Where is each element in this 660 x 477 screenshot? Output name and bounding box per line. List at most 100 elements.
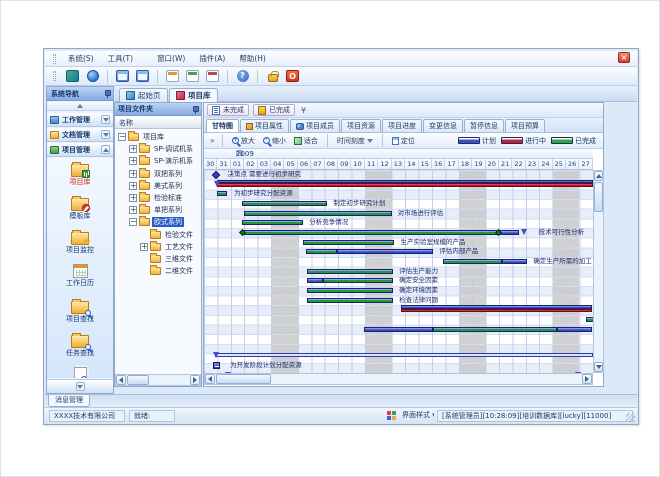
collapse-icon[interactable]: −: [129, 218, 137, 226]
menu-item[interactable]: 工具(T): [101, 51, 140, 66]
zoom-in-button[interactable]: +放大: [230, 135, 257, 147]
gantt-bar-确定安全因素[interactable]: [323, 278, 393, 283]
gantt-tab-项目成员[interactable]: 项目成员: [290, 119, 340, 132]
gantt-bar-unnamed[interactable]: [364, 327, 434, 332]
tree-item-美式系列[interactable]: +美式系列: [129, 180, 184, 192]
expand-icon[interactable]: +: [129, 206, 137, 214]
scroll-down-button[interactable]: [594, 362, 603, 372]
gantt-tab-变更信息[interactable]: 变更信息: [423, 119, 463, 132]
scroll-right-button[interactable]: [190, 375, 200, 385]
gantt-horizontal-scrollbar[interactable]: [204, 373, 593, 385]
gantt-bar-确定环境因素[interactable]: [307, 288, 393, 293]
zoom-out-button[interactable]: -缩小: [261, 135, 288, 147]
gantt-vertical-scrollbar[interactable]: [593, 170, 604, 373]
toolbar-button[interactable]: [204, 68, 221, 84]
toolbar-button[interactable]: [64, 68, 81, 84]
filter-overflow-glyph[interactable]: ¥: [301, 106, 306, 115]
nav-section-2[interactable]: 文档管理: [47, 128, 113, 142]
gantt-bar-制定初步研究计划[interactable]: [242, 201, 328, 206]
nav-section-1[interactable]: 工作管理: [47, 113, 113, 127]
menu-item[interactable]: 帮助(H): [232, 51, 273, 66]
resize-grip[interactable]: [626, 413, 635, 422]
gantt-tab-甘特图[interactable]: 甘特图: [206, 119, 239, 132]
sidebar-item-工作日历[interactable]: 工作日历: [47, 264, 113, 295]
filter-button-未完成[interactable]: 未完成: [207, 104, 249, 116]
tree-item-双把系列[interactable]: +双把系列: [129, 168, 184, 180]
gantt-tab-暂停信息[interactable]: 暂停信息: [464, 119, 504, 132]
scroll-right-button[interactable]: [582, 374, 592, 384]
toolbar-button[interactable]: [114, 68, 131, 84]
gantt-bar-unnamed[interactable]: [217, 183, 592, 187]
tree-item-检验标准[interactable]: +检验标准: [129, 192, 184, 204]
gantt-bar-确定生产所需的加工[interactable]: [502, 259, 527, 264]
chevron-up-icon[interactable]: [101, 145, 110, 154]
toolbar-button[interactable]: ?: [234, 68, 251, 84]
tree-item-检验文件[interactable]: 检验文件: [140, 229, 195, 241]
gantt-bar-评估内部产品[interactable]: [306, 249, 337, 254]
tree-item-欧式系列[interactable]: −欧式系列: [129, 216, 184, 228]
expand-icon[interactable]: +: [129, 170, 137, 178]
filter-button-已完成[interactable]: 已完成: [253, 104, 295, 116]
gantt-tab-项目属性[interactable]: 项目属性: [240, 119, 289, 132]
sidebar-item-模板库[interactable]: 模板库: [47, 195, 113, 226]
tree-item-SP-调试机系[interactable]: +SP-调试机系: [129, 143, 195, 155]
menu-item[interactable]: 窗口(W): [150, 51, 192, 66]
expand-icon[interactable]: +: [129, 157, 137, 165]
gantt-bar-确定安全因素[interactable]: [307, 278, 323, 283]
toolbar-button[interactable]: [84, 68, 101, 84]
gantt-tab-项目资源[interactable]: 项目资源: [341, 119, 381, 132]
tree-horizontal-scrollbar[interactable]: [115, 374, 201, 386]
gantt-tab-项目预算[interactable]: 项目预算: [505, 119, 545, 132]
gantt-bar-unnamed[interactable]: [586, 317, 593, 322]
toolbar-button[interactable]: [134, 68, 151, 84]
gantt-bar-unnamed[interactable]: [557, 327, 592, 332]
pin-icon[interactable]: [103, 90, 110, 98]
scroll-up-button[interactable]: [594, 171, 603, 181]
gantt-bar-unnamed[interactable]: [433, 327, 556, 332]
gantt-bar-为初步研究分配资源[interactable]: [217, 191, 226, 196]
sidebar-item-项目查找[interactable]: 项目查找: [47, 298, 113, 329]
fit-button[interactable]: 适合: [292, 135, 320, 147]
menu-item[interactable]: 插件(A): [192, 51, 232, 66]
gantt-bar-对市场进行评估[interactable]: [244, 211, 392, 216]
ui-style-dropdown[interactable]: 界面样式 ▾: [398, 410, 434, 422]
sidebar-item-项目文档查找[interactable]: 项目文档查找: [47, 367, 113, 378]
pin-icon[interactable]: [191, 106, 198, 114]
chevron-down-icon[interactable]: [101, 130, 110, 139]
scroll-thumb[interactable]: [127, 375, 149, 385]
gantt-bar-unnamed[interactable]: [215, 353, 593, 357]
nav-collapsed-section[interactable]: [47, 379, 113, 393]
toolbar-button[interactable]: [164, 68, 181, 84]
nav-collapse-button[interactable]: [47, 102, 113, 111]
chevron-down-icon[interactable]: [101, 115, 110, 124]
expand-icon[interactable]: +: [129, 182, 137, 190]
sidebar-item-项目监控[interactable]: ★项目监控: [47, 229, 113, 260]
tab-起始页[interactable]: 起始页: [119, 88, 168, 102]
toolbar-button[interactable]: O: [284, 68, 301, 84]
gantt-bar-unnamed[interactable]: [401, 309, 591, 313]
toolbar-overflow-button[interactable]: »: [210, 136, 215, 145]
tree-item-二维文件[interactable]: 二维文件: [140, 265, 195, 277]
menu-item[interactable]: 系统(S): [61, 51, 101, 66]
gantt-bar-评估内部产品[interactable]: [337, 249, 434, 254]
toolbar-button[interactable]: [184, 68, 201, 84]
close-tab-button[interactable]: ×: [618, 52, 630, 63]
gantt-tab-项目进度[interactable]: 项目进度: [382, 119, 422, 132]
tree-item-三维文件[interactable]: 三维文件: [140, 253, 195, 265]
expand-icon[interactable]: +: [129, 145, 137, 153]
gantt-bar-评估生产能力[interactable]: [307, 269, 393, 274]
tree-item-项目库[interactable]: −项目库: [118, 131, 166, 143]
tree-item-工艺文件[interactable]: +工艺文件: [140, 241, 195, 253]
locate-button[interactable]: 定位: [390, 135, 417, 147]
tab-message-management[interactable]: 消息管理: [48, 395, 90, 407]
scroll-thumb[interactable]: [594, 182, 603, 212]
sidebar-item-项目库[interactable]: 项目库: [47, 161, 113, 192]
sidebar-item-任务查找[interactable]: 任务查找: [47, 332, 113, 363]
gantt-bar-分析竞争情况[interactable]: [242, 220, 304, 225]
scroll-thumb[interactable]: [216, 374, 271, 384]
expand-icon[interactable]: +: [140, 243, 148, 251]
tree-item-SP-演示机系[interactable]: +SP-演示机系: [129, 155, 195, 167]
gantt-bar-确定生产所需的加工[interactable]: [443, 259, 502, 264]
tree-item-单把系列[interactable]: +单把系列: [129, 204, 184, 216]
collapse-icon[interactable]: −: [118, 133, 126, 141]
